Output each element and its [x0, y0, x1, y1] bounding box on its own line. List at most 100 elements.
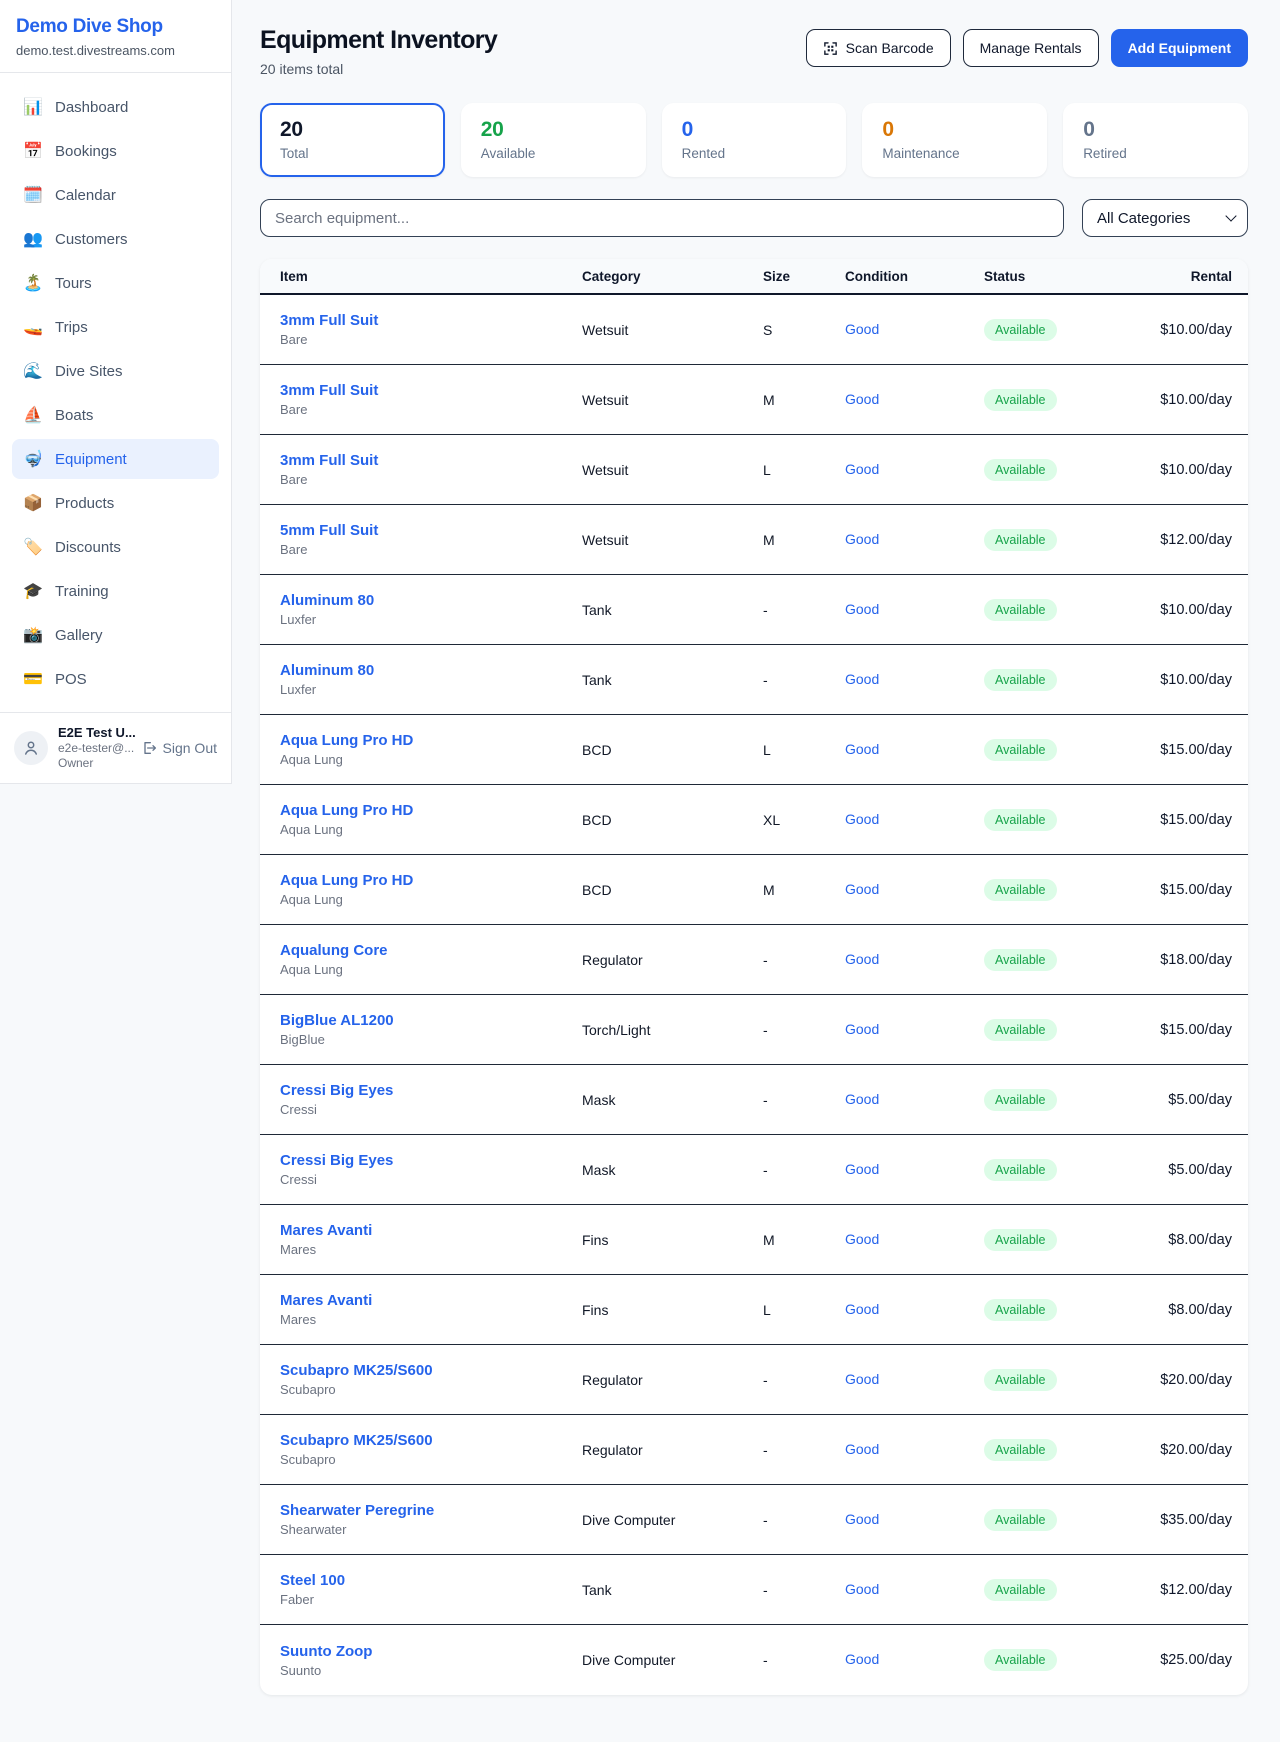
status-badge: Available [984, 1509, 1057, 1531]
sidebar-item-calendar[interactable]: 🗓️ Calendar [12, 175, 219, 215]
status-badge: Available [984, 389, 1057, 411]
status-badge: Available [984, 1579, 1057, 1601]
condition-link[interactable]: Good [845, 1511, 879, 1527]
item-brand: Mares [280, 1312, 574, 1327]
sidebar-item-label: Customers [55, 231, 128, 248]
item-name-link[interactable]: Cressi Big Eyes [280, 1082, 574, 1099]
condition-link[interactable]: Good [845, 601, 879, 617]
condition-link[interactable]: Good [845, 1581, 879, 1597]
item-name-link[interactable]: Cressi Big Eyes [280, 1152, 574, 1169]
condition-link[interactable]: Good [845, 1651, 879, 1667]
item-name-link[interactable]: Suunto Zoop [280, 1643, 574, 1660]
add-equipment-button[interactable]: Add Equipment [1111, 29, 1248, 67]
item-brand: Faber [280, 1592, 574, 1607]
item-name-link[interactable]: Aluminum 80 [280, 592, 574, 609]
stat-card[interactable]: 0 Rented [662, 103, 847, 177]
item-brand: Luxfer [280, 612, 574, 627]
sidebar-item-label: Training [55, 583, 109, 600]
item-name-link[interactable]: 3mm Full Suit [280, 382, 574, 399]
column-header-status: Status [984, 269, 1100, 284]
sidebar-item-products[interactable]: 📦 Products [12, 483, 219, 523]
condition-link[interactable]: Good [845, 1161, 879, 1177]
manage-rentals-button[interactable]: Manage Rentals [963, 29, 1099, 67]
sidebar-item-dive-sites[interactable]: 🌊 Dive Sites [12, 351, 219, 391]
sidebar-item-trips[interactable]: 🚤 Trips [12, 307, 219, 347]
sidebar-item-label: Discounts [55, 539, 121, 556]
item-name-link[interactable]: Aqua Lung Pro HD [280, 872, 574, 889]
boats-icon: ⛵ [22, 405, 44, 425]
sidebar-item-tours[interactable]: 🏝️ Tours [12, 263, 219, 303]
status-badge: Available [984, 1019, 1057, 1041]
sidebar-item-boats[interactable]: ⛵ Boats [12, 395, 219, 435]
equipment-table: Item Category Size Condition Status Rent… [260, 259, 1248, 1695]
status-badge: Available [984, 739, 1057, 761]
sign-out-button[interactable]: Sign Out [141, 740, 217, 756]
item-name-link[interactable]: Scubapro MK25/S600 [280, 1432, 574, 1449]
status-badge: Available [984, 1299, 1057, 1321]
item-name-link[interactable]: Steel 100 [280, 1572, 574, 1589]
calendar-icon: 🗓️ [22, 185, 44, 205]
sidebar-item-training[interactable]: 🎓 Training [12, 571, 219, 611]
brand-title[interactable]: Demo Dive Shop [16, 16, 215, 38]
sidebar-item-dashboard[interactable]: 📊 Dashboard [12, 87, 219, 127]
column-header-category: Category [582, 269, 763, 284]
condition-link[interactable]: Good [845, 1231, 879, 1247]
item-size: - [763, 952, 845, 968]
sidebar-item-pos[interactable]: 💳 POS [12, 659, 219, 699]
item-name-link[interactable]: 3mm Full Suit [280, 312, 574, 329]
item-name-link[interactable]: 3mm Full Suit [280, 452, 574, 469]
item-name-link[interactable]: Mares Avanti [280, 1292, 574, 1309]
condition-link[interactable]: Good [845, 1301, 879, 1317]
condition-link[interactable]: Good [845, 461, 879, 477]
condition-link[interactable]: Good [845, 671, 879, 687]
bookings-icon: 📅 [22, 141, 44, 161]
sidebar-item-label: Calendar [55, 187, 116, 204]
stat-value: 20 [280, 118, 425, 142]
item-name-link[interactable]: Aqua Lung Pro HD [280, 802, 574, 819]
item-name-link[interactable]: BigBlue AL1200 [280, 1012, 574, 1029]
condition-link[interactable]: Good [845, 321, 879, 337]
rental-price: $15.00/day [1100, 742, 1248, 758]
item-brand: Aqua Lung [280, 892, 574, 907]
stat-card[interactable]: 20 Total [260, 103, 445, 177]
condition-link[interactable]: Good [845, 811, 879, 827]
condition-link[interactable]: Good [845, 1371, 879, 1387]
sidebar-item-customers[interactable]: 👥 Customers [12, 219, 219, 259]
column-header-item: Item [260, 269, 582, 284]
item-size: S [763, 322, 845, 338]
condition-link[interactable]: Good [845, 391, 879, 407]
condition-link[interactable]: Good [845, 951, 879, 967]
sidebar-item-equipment[interactable]: 🤿 Equipment [12, 439, 219, 479]
sidebar-item-bookings[interactable]: 📅 Bookings [12, 131, 219, 171]
sidebar-item-discounts[interactable]: 🏷️ Discounts [12, 527, 219, 567]
condition-link[interactable]: Good [845, 741, 879, 757]
condition-link[interactable]: Good [845, 531, 879, 547]
item-name-link[interactable]: Scubapro MK25/S600 [280, 1362, 574, 1379]
item-name-link[interactable]: Aluminum 80 [280, 662, 574, 679]
condition-link[interactable]: Good [845, 1441, 879, 1457]
sidebar-nav: 📊 Dashboard 📅 Bookings 🗓️ Calendar 👥 Cus… [0, 73, 231, 711]
item-brand: Bare [280, 472, 574, 487]
rental-price: $8.00/day [1100, 1232, 1248, 1248]
item-category: Wetsuit [582, 322, 763, 338]
sidebar-item-label: Tours [55, 275, 92, 292]
status-badge: Available [984, 809, 1057, 831]
condition-link[interactable]: Good [845, 1091, 879, 1107]
dive-sites-icon: 🌊 [22, 361, 44, 381]
item-size: XL [763, 812, 845, 828]
condition-link[interactable]: Good [845, 1021, 879, 1037]
item-name-link[interactable]: Mares Avanti [280, 1222, 574, 1239]
sidebar-item-gallery[interactable]: 📸 Gallery [12, 615, 219, 655]
stat-card[interactable]: 0 Retired [1063, 103, 1248, 177]
item-name-link[interactable]: 5mm Full Suit [280, 522, 574, 539]
stat-card[interactable]: 0 Maintenance [862, 103, 1047, 177]
search-input[interactable] [260, 199, 1064, 237]
item-name-link[interactable]: Aqualung Core [280, 942, 574, 959]
item-category: Torch/Light [582, 1022, 763, 1038]
item-name-link[interactable]: Shearwater Peregrine [280, 1502, 574, 1519]
category-select[interactable]: All Categories [1082, 199, 1248, 237]
stat-card[interactable]: 20 Available [461, 103, 646, 177]
scan-barcode-button[interactable]: Scan Barcode [806, 29, 951, 67]
condition-link[interactable]: Good [845, 881, 879, 897]
item-name-link[interactable]: Aqua Lung Pro HD [280, 732, 574, 749]
